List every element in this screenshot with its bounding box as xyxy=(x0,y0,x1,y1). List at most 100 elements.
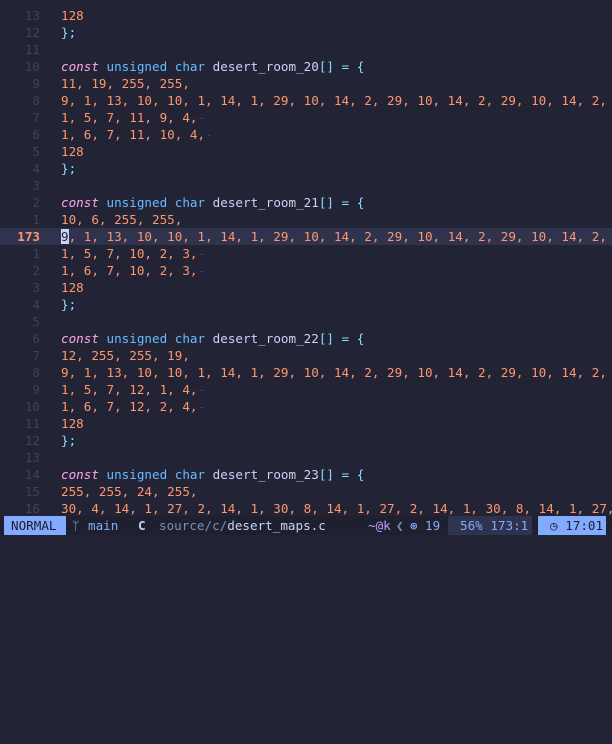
code-line[interactable]: 11 128 xyxy=(0,415,612,432)
code-token: desert_room_20 xyxy=(205,59,319,74)
code-text: }; xyxy=(61,24,76,41)
diagnostics-count: 19 xyxy=(425,518,441,533)
git-branch-icon: ᛘ xyxy=(72,518,80,533)
line-number: 1 xyxy=(32,246,40,261)
line-number: 15 xyxy=(24,484,40,499)
code-token: const xyxy=(61,59,99,74)
code-line[interactable]: 14 const unsigned char desert_room_23[] =… xyxy=(0,466,612,483)
code-line[interactable]: 12}; xyxy=(0,432,612,449)
code-line[interactable]: 2 const unsigned char desert_room_21[] = … xyxy=(0,194,612,211)
clock-icon: ◷ xyxy=(550,518,558,533)
code-token: 1, 6, 7, 12, 2, 4, xyxy=(61,399,198,414)
code-token: ‐ xyxy=(197,246,206,261)
code-text: 1, 6, 7, 10, 2, 3,‐ xyxy=(61,262,205,279)
editor-buffer[interactable]: 13 128 12}; 11 10 const unsigned char desert_… xyxy=(0,0,612,516)
code-line[interactable]: 1 10, 6, 255, 255, xyxy=(0,211,612,228)
code-token: unsigned xyxy=(98,59,168,74)
line-number: 3 xyxy=(32,280,40,295)
code-token: ‐ xyxy=(205,127,213,142)
code-token: 9, 1, 13, 10, 10, 1, 14, 1, 29, 10, 14, … xyxy=(61,365,612,380)
code-line[interactable]: 4}; xyxy=(0,160,612,177)
code-token: 1, 5, 7, 10, 2, 3, xyxy=(61,246,198,261)
code-text: }; xyxy=(61,432,76,449)
line-number: 16 xyxy=(24,501,40,516)
code-token: = xyxy=(334,331,357,346)
code-line[interactable]: 7 1, 5, 7, 11, 9, 4,‐ xyxy=(0,109,612,126)
line-number: 6 xyxy=(32,127,40,142)
line-number: 6 xyxy=(32,331,40,346)
code-token: char xyxy=(167,331,206,346)
clock: ◷ 17:01 xyxy=(538,516,606,535)
line-number: 3 xyxy=(32,178,40,193)
code-token: }; xyxy=(61,25,77,40)
code-text: 12, 255, 255, 19, xyxy=(61,347,190,364)
code-text: 128 xyxy=(61,143,84,160)
code-line[interactable]: 4}; xyxy=(0,296,612,313)
code-line[interactable]: 6 1, 6, 7, 11, 10, 4,‐ xyxy=(0,126,612,143)
code-line[interactable]: 11 xyxy=(0,41,612,58)
code-line[interactable]: 13 128 xyxy=(0,7,612,24)
code-token: desert_room_22 xyxy=(205,331,319,346)
code-text: const unsigned char desert_room_23[] = { xyxy=(61,466,364,483)
code-token: 30, 4, 14, 1, 27, 2, 14, 1, 30, 8, 14, 1… xyxy=(61,501,612,516)
code-text: 11, 19, 255, 255, xyxy=(61,75,190,92)
code-line[interactable]: 8 9, 1, 13, 10, 10, 1, 14, 1, 29, 10, 14,… xyxy=(0,92,612,109)
code-token: char xyxy=(167,467,206,482)
code-line[interactable]: 1 1, 5, 7, 10, 2, 3,‐ xyxy=(0,245,612,262)
code-line[interactable]: 12}; xyxy=(0,24,612,41)
statusline: NORMAL ᛘ main C source/c/desert_maps.c ~… xyxy=(0,516,612,535)
current-code-line[interactable]: 173 9, 1, 13, 10, 10, 1, 14, 1, 29, 10, 1… xyxy=(0,228,612,245)
code-text: const unsigned char desert_room_21[] = { xyxy=(61,194,364,211)
code-text: 128 xyxy=(61,415,84,432)
line-number: 5 xyxy=(32,314,40,329)
code-text: 9, 1, 13, 10, 10, 1, 14, 1, 29, 10, 14, … xyxy=(61,364,612,381)
code-line[interactable]: 9 1, 5, 7, 12, 1, 4,‐ xyxy=(0,381,612,398)
code-token: [] xyxy=(318,59,334,74)
code-token: 1, 6, 7, 11, 10, 4, xyxy=(61,127,206,142)
line-number: 13 xyxy=(24,450,40,465)
line-number: 4 xyxy=(32,161,40,176)
code-line[interactable]: 6 const unsigned char desert_room_22[] = … xyxy=(0,330,612,347)
line-number: 1 xyxy=(32,212,40,227)
line-number: 8 xyxy=(32,93,40,108)
code-text: 10, 6, 255, 255, xyxy=(61,211,182,228)
code-token: [] xyxy=(318,331,334,346)
line-number: 13 xyxy=(24,8,40,23)
code-line[interactable]: 3 xyxy=(0,177,612,194)
code-line[interactable]: 7 12, 255, 255, 19, xyxy=(0,347,612,364)
line-number: 2 xyxy=(32,263,40,278)
code-text: 1, 5, 7, 11, 9, 4,‐ xyxy=(61,109,205,126)
code-token: char xyxy=(167,195,206,210)
code-line[interactable]: 5 xyxy=(0,313,612,330)
code-line[interactable]: 13 xyxy=(0,449,612,466)
code-token: ‐ xyxy=(197,263,206,278)
cursor-position: 56% 173:1 xyxy=(448,516,532,535)
code-token: const xyxy=(61,331,99,346)
line-number: 2 xyxy=(32,195,40,210)
code-line[interactable]: 10 const unsigned char desert_room_20[] =… xyxy=(0,58,612,75)
code-line[interactable]: 5 128 xyxy=(0,143,612,160)
code-line[interactable]: 3 128 xyxy=(0,279,612,296)
code-token: ‐ xyxy=(197,382,206,397)
c-language-icon: C xyxy=(138,518,146,533)
line-number: 11 xyxy=(24,42,40,57)
lsp-icon: ⊛ xyxy=(410,518,418,533)
code-text: 1, 5, 7, 10, 2, 3,‐ xyxy=(61,245,205,262)
code-token: char xyxy=(167,59,206,74)
code-token: 128 xyxy=(61,416,84,431)
code-line[interactable]: 15 255, 255, 24, 255, xyxy=(0,483,612,500)
line-number: 5 xyxy=(32,144,40,159)
code-line[interactable]: 8 9, 1, 13, 10, 10, 1, 14, 1, 29, 10, 14,… xyxy=(0,364,612,381)
code-line[interactable]: 9 11, 19, 255, 255, xyxy=(0,75,612,92)
code-line[interactable]: 10 1, 6, 7, 12, 2, 4,‐ xyxy=(0,398,612,415)
code-token: 1, 5, 7, 11, 9, 4, xyxy=(61,110,198,125)
code-line[interactable]: 2 1, 6, 7, 10, 2, 3,‐ xyxy=(0,262,612,279)
file-path: source/c/desert_maps.c xyxy=(159,516,326,535)
pending-keys: ~@k xyxy=(368,518,391,533)
code-line[interactable]: 16 30, 4, 14, 1, 27, 2, 14, 1, 30, 8, 14,… xyxy=(0,500,612,516)
code-token: ‐ xyxy=(197,399,206,414)
code-text: 255, 255, 24, 255, xyxy=(61,483,197,500)
code-text: 128 xyxy=(61,279,84,296)
code-text: 1, 6, 7, 12, 2, 4,‐ xyxy=(61,398,205,415)
code-token: 128 xyxy=(61,144,84,159)
